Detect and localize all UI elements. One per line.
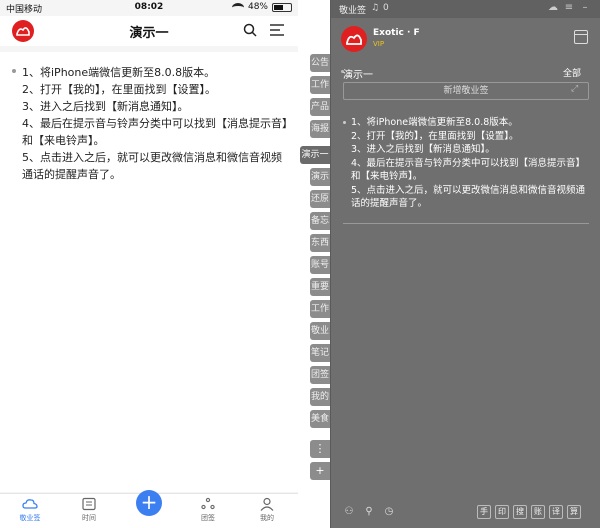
note-card[interactable]: 1、将iPhone端微信更新至8.0.8版本。 2、打开【我的】，在里面找到【设… [0,52,298,492]
note-bullet [343,121,346,124]
menu-icon[interactable] [270,24,284,36]
category-tab[interactable]: 美食 [310,410,330,428]
add-note-button[interactable]: + [136,490,162,516]
search-icon[interactable] [243,23,257,37]
current-category[interactable]: 演示一 [343,66,373,81]
minimize-icon[interactable]: – [579,2,591,13]
reminder-icon[interactable]: ◷ [383,506,395,518]
tab-team[interactable]: 团签 [188,497,228,523]
category-tab[interactable]: 我的 [310,388,330,406]
widget-note-item[interactable]: 1、将iPhone端微信更新至8.0.8版本。 2、打开【我的】，在里面找到【设… [343,116,589,224]
new-note-button[interactable]: 新增敬业签 [343,82,589,100]
team-icon [201,497,215,510]
vip-badge: VIP [373,40,385,48]
note-text: 1、将iPhone端微信更新至8.0.8版本。 2、打开【我的】，在里面找到【设… [22,64,292,183]
category-tab[interactable]: 还原 [310,190,330,208]
note-text: 1、将iPhone端微信更新至8.0.8版本。 2、打开【我的】，在里面找到【设… [351,116,589,211]
tab-label: 时间 [82,514,96,522]
top-nav: 演示一 [0,16,298,46]
note-line: 4、最后在提示音与铃声分类中可以找到【消息提示音】和【来电铃声】。 [22,117,288,147]
expand-icon[interactable]: ⤢ [571,84,578,94]
note-bullet [12,69,16,73]
filter-dropdown[interactable]: 全部 [563,66,581,79]
category-tab[interactable]: 账号 [310,256,330,274]
bottom-tab-bar: 敬业签 时间 + 团签 我的 [0,490,298,528]
user-name[interactable]: Exotic · F [373,28,420,38]
widget-toolbar: ⚇ ⚲ ◷ 手 印 搜 账 译 算 [331,502,600,524]
note-line: 5、点击进入之后，就可以更改微信消息和微信音视频通话的提醒声音了。 [351,184,586,210]
calendar-icon[interactable] [574,30,588,44]
calendar-icon [82,497,96,511]
team-icon[interactable]: ⚇ [343,506,355,518]
category-tab[interactable]: 备忘 [310,212,330,230]
note-line: 1、将iPhone端微信更新至8.0.8版本。 [351,117,518,128]
widget-logo-icon[interactable] [341,26,367,52]
battery-percent: 48% [247,2,268,12]
category-tab[interactable]: 重要 [310,278,330,296]
note-line: 5、点击进入之后，就可以更改微信消息和微信音视频通话的提醒声音了。 [22,151,282,181]
tab-time[interactable]: 时间 [69,497,109,523]
note-line: 2、打开【我的】，在里面找到【设置】。 [22,83,216,96]
tool-button[interactable]: 算 [567,505,581,519]
tool-button[interactable]: 账 [531,505,545,519]
category-tab[interactable]: 演示一 [300,146,330,164]
category-tab[interactable]: 东西 [310,234,330,252]
category-tab[interactable]: 产品 [310,98,330,116]
bell-icon[interactable]: ♫ [371,3,379,13]
tool-button[interactable]: 搜 [513,505,527,519]
note-line: 4、最后在提示音与铃声分类中可以找到【消息提示音】和【来电铃声】。 [351,157,586,183]
category-tab[interactable]: 演示 [310,168,330,186]
category-tab[interactable]: 笔记 [310,344,330,362]
note-line: 2、打开【我的】，在里面找到【设置】。 [351,130,519,142]
widget-app-name: 敬业签 [339,6,367,16]
screenshot-root: 中国移动 08:02 48% 演示一 1、将iPhone端微信更新至8.0.8版… [0,0,600,528]
desktop-widget: 敬业签 ♫ 0 ☁ ≡ – Exotic · F VIP 演示一 全部 新增敬业… [330,0,600,528]
search-icon[interactable]: ⚲ [363,506,375,518]
cloud-sync-icon[interactable]: ☁ [547,2,559,13]
widget-header: Exotic · F VIP [331,18,600,58]
note-line: 1、将iPhone端微信更新至8.0.8版本。 [22,66,216,79]
notification-count: 0 [383,3,389,13]
category-tab[interactable]: 团签 [310,366,330,384]
menu-icon[interactable]: ≡ [563,2,575,13]
note-line: 3、进入之后找到【新消息通知】。 [351,144,495,155]
cloud-icon [22,499,38,509]
add-category-button[interactable]: + [310,462,330,480]
tool-button[interactable]: 译 [549,505,563,519]
battery-icon [272,2,292,12]
more-categories-icon[interactable]: ⋮ [310,440,330,458]
tool-button[interactable]: 手 [477,505,491,519]
tab-label: 团签 [201,514,215,522]
phone-screen: 中国移动 08:02 48% 演示一 1、将iPhone端微信更新至8.0.8版… [0,0,298,528]
tool-button[interactable]: 印 [495,505,509,519]
tab-mine[interactable]: 我的 [247,497,287,523]
note-line: 3、进入之后找到【新消息通知】。 [22,100,189,113]
category-tab[interactable]: 工作 [310,300,330,318]
widget-titlebar[interactable]: 敬业签 ♫ 0 ☁ ≡ – [331,0,600,18]
status-bar: 中国移动 08:02 48% [0,0,298,16]
status-right: 48% [231,2,292,12]
category-tab[interactable]: 海报 [310,120,330,138]
category-tab[interactable]: 敬业 [310,322,330,340]
category-tab[interactable]: 工作 [310,76,330,94]
user-icon [260,497,274,511]
tab-label: 敬业签 [19,514,41,522]
tab-label: 我的 [260,514,274,522]
category-tab[interactable]: 公告 [310,54,330,72]
wifi-icon [231,2,244,12]
tab-home[interactable]: 敬业签 [10,497,50,523]
